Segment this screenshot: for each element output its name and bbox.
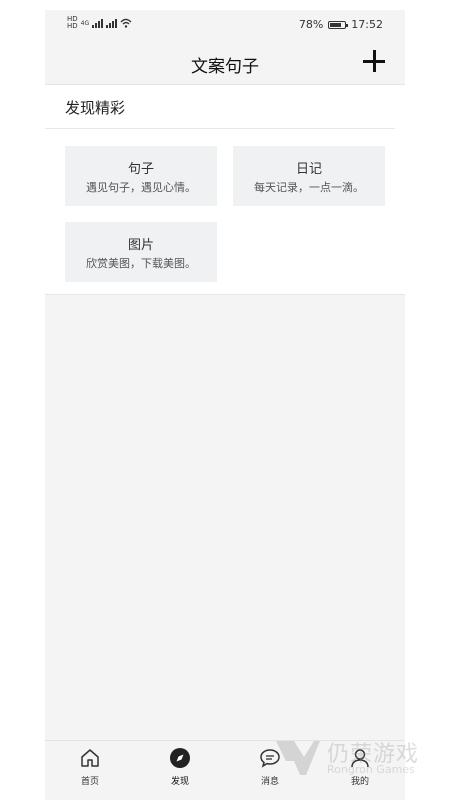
tab-discover[interactable]: 发现 bbox=[135, 741, 225, 791]
home-icon bbox=[81, 749, 99, 767]
signal-icon-2 bbox=[106, 18, 118, 28]
card-pictures[interactable]: 图片 欣赏美图，下载美图。 bbox=[65, 222, 217, 282]
section-title: 发现精彩 bbox=[65, 99, 126, 117]
bottom-tab-bar: 首页 发现 消息 我的 bbox=[45, 740, 405, 791]
sim2-label: HD bbox=[67, 22, 78, 30]
tab-label: 发现 bbox=[170, 777, 189, 787]
add-button[interactable] bbox=[363, 50, 385, 72]
card-sentences[interactable]: 句子 遇见句子，遇见心情。 bbox=[65, 146, 217, 206]
clock: 17:52 bbox=[351, 18, 383, 31]
card-subtitle: 欣赏美图，下载美图。 bbox=[86, 257, 196, 270]
page-title: 文案句子 bbox=[191, 57, 259, 77]
discover-panel: 发现精彩 句子 遇见句子，遇见心情。 日记 每天记录，一点一滴。 图片 欣赏美图… bbox=[45, 85, 405, 295]
chat-icon bbox=[260, 749, 280, 768]
tab-messages[interactable]: 消息 bbox=[225, 741, 315, 791]
tab-label: 消息 bbox=[260, 777, 279, 787]
app-header: 文案句子 bbox=[45, 40, 405, 85]
card-title: 句子 bbox=[127, 162, 154, 177]
tab-home[interactable]: 首页 bbox=[45, 741, 135, 791]
compass-icon bbox=[170, 748, 190, 768]
card-subtitle: 每天记录，一点一滴。 bbox=[254, 181, 364, 194]
tab-label: 首页 bbox=[80, 777, 99, 787]
battery-text: 78% bbox=[298, 18, 324, 31]
status-right: 78% 17:52 bbox=[299, 18, 383, 31]
status-left: HD HD 4G bbox=[67, 16, 132, 30]
user-icon bbox=[351, 749, 369, 768]
card-title: 日记 bbox=[295, 162, 322, 177]
status-bar: HD HD 4G 78% 17:52 bbox=[45, 10, 405, 40]
app-screen: HD HD 4G 78% 17:52 文案句子 发现精彩 句子 遇见句子，遇见心… bbox=[45, 10, 405, 800]
card-title: 图片 bbox=[127, 238, 154, 253]
battery-icon bbox=[328, 20, 349, 29]
divider bbox=[45, 128, 395, 129]
card-diary[interactable]: 日记 每天记录，一点一滴。 bbox=[233, 146, 385, 206]
battery-fill bbox=[330, 22, 342, 27]
network-label: 4G bbox=[80, 19, 90, 27]
tab-profile[interactable]: 我的 bbox=[315, 741, 405, 791]
tab-label: 我的 bbox=[350, 777, 369, 787]
signal-icon bbox=[92, 18, 104, 28]
sim-icons: HD HD bbox=[67, 16, 78, 30]
wifi-icon bbox=[120, 18, 132, 28]
card-subtitle: 遇见句子，遇见心情。 bbox=[86, 181, 196, 194]
